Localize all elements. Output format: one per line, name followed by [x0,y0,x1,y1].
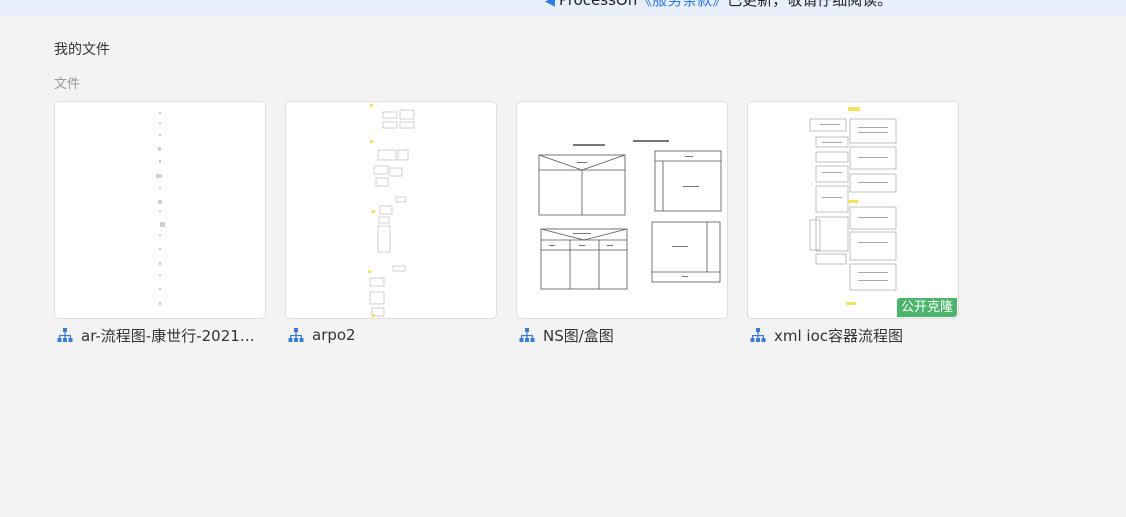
file-card[interactable]: 公开克隆 xml ioc容器流程图 [747,101,959,345]
thumbnail-preview [538,140,722,290]
terms-link[interactable]: 《服务条款》 [637,0,727,9]
notice-prefix: ProcessOn [559,0,638,9]
flowchart-icon [57,328,73,342]
file-card[interactable]: ar-流程图-康世行-2021… [54,101,266,345]
flowchart-icon [288,328,304,342]
thumbnail-preview [156,112,165,305]
file-name[interactable]: ar-流程图-康世行-2021… [81,325,255,346]
file-thumbnail[interactable] [54,101,266,319]
file-thumbnail[interactable] [516,101,728,319]
thumbnail-preview [809,107,897,305]
section-label-files: 文件 [54,77,81,92]
speaker-icon: ◀ [545,0,555,9]
page-title[interactable]: 我的文件 [54,39,110,59]
thumbnail-preview [368,104,415,317]
file-thumbnail[interactable]: 公开克隆 [747,101,959,319]
flowchart-icon [519,328,535,342]
announcement-bar: ◀ ProcessOn《服务条款》已更新，敬请仔细阅读。 [0,0,1126,16]
file-name[interactable]: NS图/盒图 [543,325,614,346]
file-card[interactable]: NS图/盒图 [516,101,728,345]
public-clone-badge: 公开克隆 [896,298,957,317]
notice-suffix: 已更新，敬请仔细阅读。 [727,0,893,9]
flowchart-icon [750,328,766,342]
file-thumbnail[interactable] [285,101,497,319]
file-name[interactable]: xml ioc容器流程图 [774,325,903,346]
file-card[interactable]: arpo2 [285,101,497,345]
file-name[interactable]: arpo2 [312,326,356,344]
